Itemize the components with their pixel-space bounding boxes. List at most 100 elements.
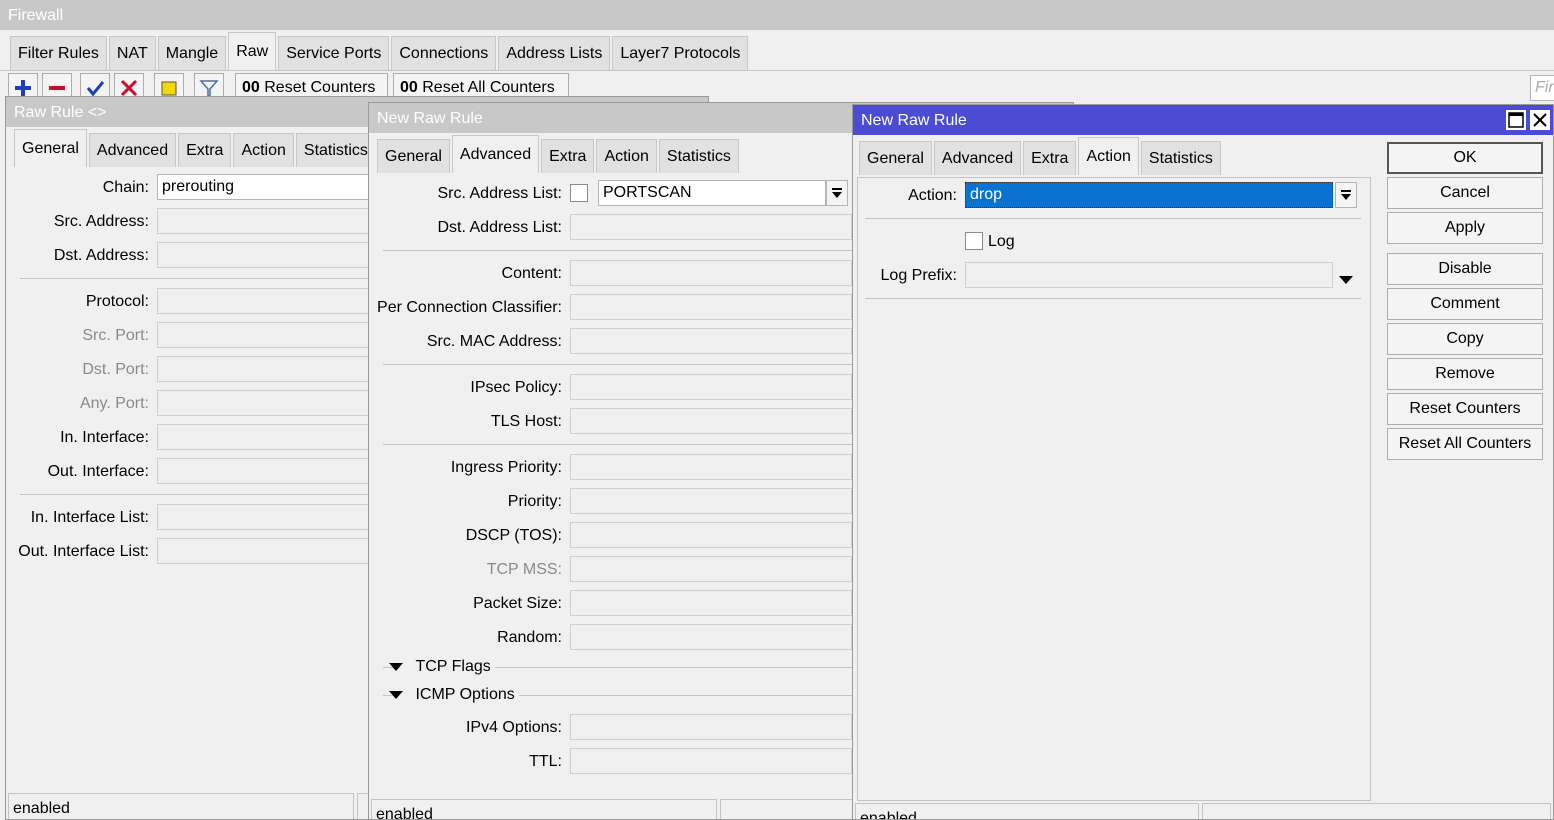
protocol-label: Protocol: — [85, 293, 149, 310]
ttl-label: TTL: — [529, 753, 562, 770]
close-button[interactable] — [1530, 110, 1550, 130]
collapse-triangle-icon — [389, 691, 403, 699]
ipv4-options-field[interactable] — [570, 714, 852, 740]
tcp-mss-field[interactable] — [570, 556, 852, 582]
tab-general[interactable]: General — [14, 129, 87, 167]
any-port-label: Any. Port: — [79, 395, 149, 412]
action-dropdown[interactable] — [1335, 182, 1357, 208]
counter-badge: 00 — [400, 79, 418, 96]
firewall-title: Firewall — [0, 0, 1554, 30]
icmp-options-section-toggle[interactable]: ICMP Options — [389, 686, 515, 704]
tab-action[interactable]: Action — [596, 139, 657, 173]
action-window-tabs: General Advanced Extra Action Statistics — [859, 137, 1223, 175]
tab-extra[interactable]: Extra — [178, 133, 232, 167]
tab-extra[interactable]: Extra — [1023, 141, 1077, 175]
dst-port-label: Dst. Port: — [82, 361, 149, 378]
tab-advanced[interactable]: Advanced — [933, 141, 1022, 175]
comment-button[interactable]: Comment — [1387, 288, 1543, 320]
dst-address-list-field[interactable] — [570, 214, 852, 240]
action-label: Action: — [908, 187, 957, 204]
ipv4-options-label: IPv4 Options: — [465, 719, 562, 736]
log-label: Log — [988, 233, 1015, 250]
disable-button[interactable]: Disable — [1387, 253, 1543, 285]
tab-mangle[interactable]: Mangle — [157, 36, 227, 70]
tab-statistics[interactable]: Statistics — [658, 139, 739, 173]
random-label: Random: — [497, 629, 562, 646]
log-prefix-dropdown[interactable] — [1339, 271, 1353, 289]
tcp-mss-label: TCP MSS: — [486, 561, 562, 578]
find-input[interactable]: Find — [1530, 75, 1554, 101]
tab-extra[interactable]: Extra — [541, 139, 595, 173]
packet-size-field[interactable] — [570, 590, 852, 616]
priority-field[interactable] — [570, 488, 852, 514]
ipsec-policy-label: IPsec Policy: — [470, 379, 562, 396]
random-field[interactable] — [570, 624, 852, 650]
close-icon — [1533, 113, 1547, 127]
tab-advanced[interactable]: Advanced — [88, 133, 177, 167]
tab-general[interactable]: General — [859, 141, 932, 175]
per-connection-classifier-label: Per Connection Classifier: — [377, 299, 562, 316]
reset-all-counters-button[interactable]: Reset All Counters — [1387, 428, 1543, 460]
src-address-list-label: Src. Address List: — [437, 185, 563, 202]
content-field[interactable] — [570, 260, 852, 286]
tab-nat[interactable]: NAT — [108, 36, 156, 70]
in-interface-label: In. Interface: — [60, 429, 149, 446]
chevron-down-icon — [1339, 276, 1353, 284]
dropdown-arrow-icon — [832, 188, 842, 198]
status-bar: enabled — [855, 803, 1199, 819]
ingress-priority-field[interactable] — [570, 454, 852, 480]
tab-raw[interactable]: Raw — [228, 32, 277, 70]
out-interface-list-label: Out. Interface List: — [18, 543, 149, 560]
copy-button[interactable]: Copy — [1387, 323, 1543, 355]
reset-counters-button[interactable]: Reset Counters — [1387, 393, 1543, 425]
src-address-list-field[interactable]: PORTSCAN — [598, 180, 826, 206]
apply-button[interactable]: Apply — [1387, 212, 1543, 244]
tab-action[interactable]: Action — [233, 133, 294, 167]
tab-statistics[interactable]: Statistics — [1140, 141, 1221, 175]
src-address-list-negate-checkbox[interactable] — [570, 184, 588, 202]
src-address-label: Src. Address: — [53, 213, 149, 230]
tab-layer7-protocols[interactable]: Layer7 Protocols — [612, 36, 749, 70]
minus-icon — [49, 86, 65, 90]
ingress-priority-label: Ingress Priority: — [450, 459, 562, 476]
tab-general[interactable]: General — [377, 139, 450, 173]
maximize-icon — [1508, 112, 1524, 128]
tab-action[interactable]: Action — [1078, 137, 1139, 175]
note-icon — [161, 81, 177, 96]
remove-button[interactable]: Remove — [1387, 358, 1543, 390]
cross-icon — [120, 79, 138, 97]
tls-host-field[interactable] — [570, 408, 852, 434]
dscp-field[interactable] — [570, 522, 852, 548]
chain-label: Chain: — [102, 179, 149, 196]
log-prefix-label: Log Prefix: — [880, 267, 957, 284]
ok-button[interactable]: OK — [1387, 142, 1543, 174]
tab-address-lists[interactable]: Address Lists — [498, 36, 611, 70]
check-icon — [86, 81, 105, 97]
dropdown-arrow-icon — [1341, 190, 1351, 200]
tab-connections[interactable]: Connections — [391, 36, 497, 70]
tcp-flags-section-toggle[interactable]: TCP Flags — [389, 658, 491, 676]
log-prefix-field[interactable] — [965, 262, 1333, 288]
tab-filter-rules[interactable]: Filter Rules — [10, 36, 107, 70]
tab-advanced[interactable]: Advanced — [451, 135, 540, 173]
raw-rule-tabs: General Advanced Extra Action Statistics — [14, 129, 378, 167]
maximize-button[interactable] — [1506, 110, 1526, 130]
status-bar: enabled — [371, 799, 717, 819]
filter-icon — [199, 80, 219, 97]
log-checkbox[interactable] — [965, 232, 983, 250]
tab-statistics[interactable]: Statistics — [295, 133, 376, 167]
priority-label: Priority: — [507, 493, 562, 510]
action-select[interactable]: drop — [965, 182, 1333, 208]
src-mac-address-field[interactable] — [570, 328, 852, 354]
new-raw-rule-tabs: General Advanced Extra Action Statistics — [377, 135, 741, 173]
src-address-list-dropdown[interactable] — [826, 180, 848, 206]
src-port-label: Src. Port: — [82, 327, 149, 344]
dscp-label: DSCP (TOS): — [465, 527, 562, 544]
packet-size-label: Packet Size: — [473, 595, 562, 612]
in-interface-list-label: In. Interface List: — [30, 509, 149, 526]
cancel-button[interactable]: Cancel — [1387, 177, 1543, 209]
ttl-field[interactable] — [570, 748, 852, 774]
per-connection-classifier-field[interactable] — [570, 294, 852, 320]
ipsec-policy-field[interactable] — [570, 374, 852, 400]
tab-service-ports[interactable]: Service Ports — [278, 36, 390, 70]
